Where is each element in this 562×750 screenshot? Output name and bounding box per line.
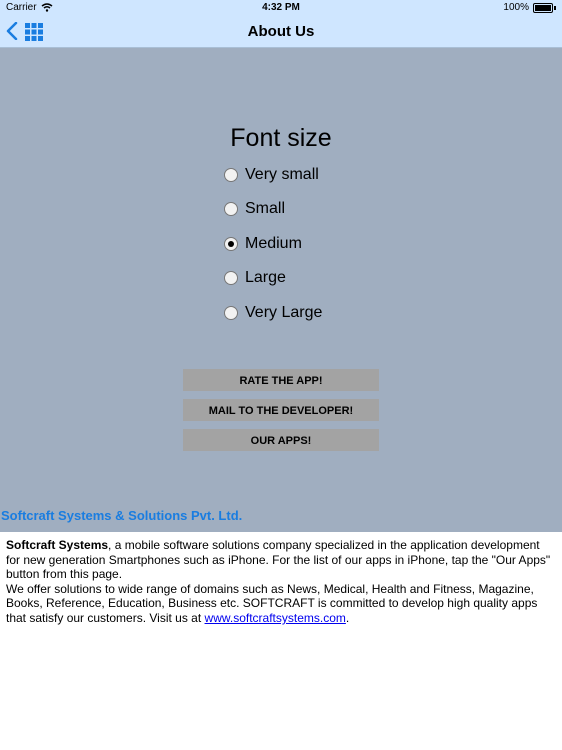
page-title: About Us [247,23,315,40]
radio-button[interactable] [224,168,238,182]
battery-tip-icon [554,5,556,10]
radio-button[interactable] [224,271,238,285]
rate-app-button[interactable]: RATE THE APP! [183,369,379,391]
radio-label: Small [245,200,286,217]
radio-button[interactable] [224,306,238,320]
our-apps-button[interactable]: OUR APPS! [183,429,379,451]
company-name: Softcraft Systems & Solutions Pvt. Ltd. [1,508,243,523]
radio-label: Very small [245,166,319,183]
radio-button[interactable] [224,237,238,251]
battery-percent: 100% [503,2,529,13]
radio-button[interactable] [224,202,238,216]
navigation-bar: About Us [0,16,562,48]
radio-large[interactable]: Large [224,265,286,291]
about-text: Softcraft Systems, a mobile software sol… [6,538,556,626]
settings-panel: Font size Very small Small Medium Large … [0,48,562,532]
battery-info: 100% [503,2,556,13]
radio-label: Very Large [245,304,323,321]
radio-label: Large [245,269,286,286]
radio-small[interactable]: Small [224,196,285,222]
radio-label: Medium [245,235,302,252]
font-size-heading: Font size [230,124,332,152]
about-end: . [345,610,350,625]
status-bar: Carrier 4:32 PM 100% [0,0,562,16]
status-time: 4:32 PM [262,2,300,13]
radio-very-small[interactable]: Very small [224,162,319,188]
website-link[interactable]: www.softcraftsystems.com [205,611,346,625]
mail-developer-button[interactable]: MAIL TO THE DEVELOPER! [183,399,379,421]
radio-medium[interactable]: Medium [224,231,302,257]
company-bold-name: Softcraft Systems [6,538,109,552]
battery-icon [533,2,553,13]
radio-very-large[interactable]: Very Large [224,300,322,326]
